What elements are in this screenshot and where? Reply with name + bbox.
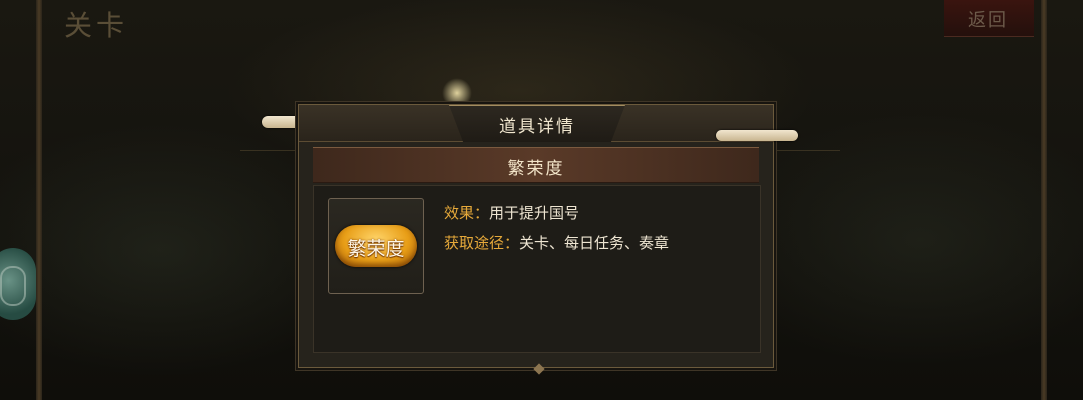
effect-value: 用于提升国号 bbox=[489, 204, 580, 222]
item-name: 繁荣度 bbox=[507, 159, 565, 179]
stage-title: 关卡 bbox=[64, 9, 129, 42]
prosperity-badge-icon: 繁荣度 bbox=[335, 225, 417, 267]
source-value: 关卡、每日任务、奏章 bbox=[519, 234, 670, 252]
item-badge-text: 繁荣度 bbox=[347, 238, 405, 260]
right-frame-border bbox=[1041, 0, 1047, 400]
dialog-title: 道具详情 bbox=[499, 117, 575, 137]
effect-label: 效果： bbox=[444, 204, 490, 222]
source-row: 获取途径：关卡、每日任务、奏章 bbox=[444, 228, 669, 258]
return-button[interactable]: 返回 bbox=[944, 0, 1034, 37]
item-detail-content: 繁荣度 效果：用于提升国号 获取途径：关卡、每日任务、奏章 bbox=[313, 185, 761, 353]
effect-row: 效果：用于提升国号 bbox=[444, 198, 669, 228]
side-menu-orb-icon[interactable] bbox=[0, 248, 36, 320]
left-frame-border bbox=[36, 0, 42, 400]
scroll-decoration-right bbox=[716, 130, 798, 141]
dialog-header: 道具详情 bbox=[299, 105, 773, 142]
item-info: 效果：用于提升国号 获取途径：关卡、每日任务、奏章 bbox=[444, 198, 669, 258]
item-icon-slot: 繁荣度 bbox=[328, 198, 424, 294]
return-button-label: 返回 bbox=[968, 10, 1008, 31]
item-detail-dialog: 道具详情 繁荣度 繁荣度 效果：用于提升国号 获取途径：关卡、每日任务、奏章 bbox=[298, 104, 774, 368]
item-name-bar: 繁荣度 bbox=[313, 147, 759, 183]
source-label: 获取途径： bbox=[444, 234, 520, 252]
